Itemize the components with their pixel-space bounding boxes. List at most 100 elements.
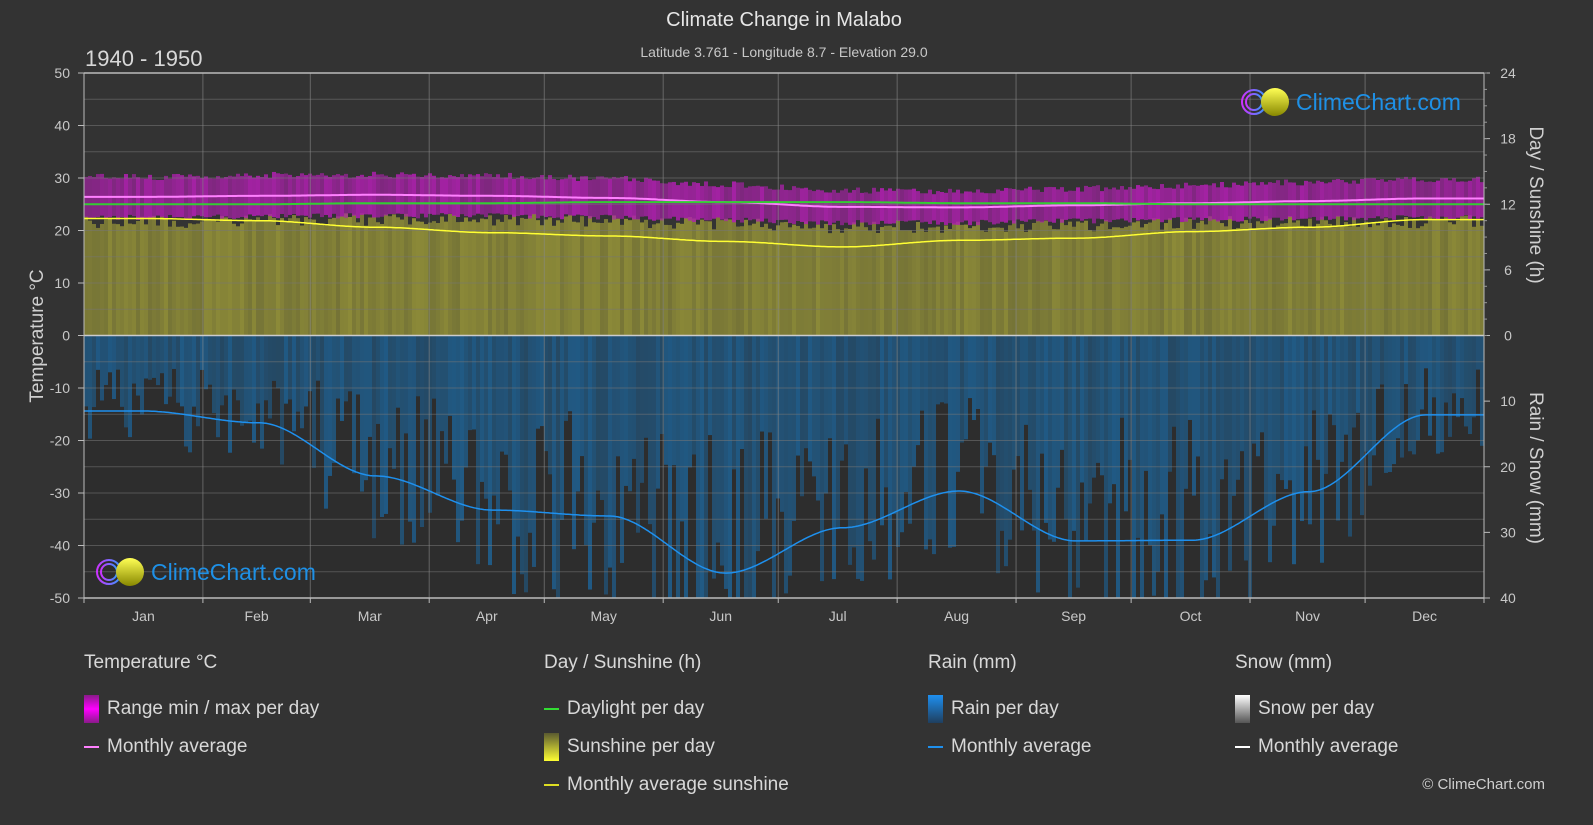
sunshine-day-bar (376, 222, 380, 336)
rain-day-bar (252, 335, 256, 443)
sunshine-day-bar (336, 216, 340, 336)
rain-day-bar (356, 335, 360, 395)
rain-day-bar (128, 335, 132, 438)
sunshine-day-bar (1212, 219, 1216, 336)
rain-day-bar (1348, 335, 1352, 537)
sunshine-day-bar (516, 225, 520, 336)
sunshine-day-bar (1432, 218, 1436, 336)
rain-day-bar (672, 335, 676, 466)
rain-day-bar (1012, 335, 1016, 470)
sunshine-day-bar (368, 217, 372, 336)
month-label: Jan (132, 608, 155, 624)
sunshine-day-bar (1224, 226, 1228, 336)
sunshine-day-bar (484, 219, 488, 336)
sunshine-day-bar (968, 228, 972, 336)
temp-range-bar (888, 188, 892, 224)
rain-day-bar (144, 335, 148, 379)
rain-day-bar (1268, 335, 1272, 563)
rain-day-bar (1184, 335, 1188, 489)
rain-day-bar (932, 335, 936, 555)
rain-day-bar (1408, 335, 1412, 452)
rain-day-bar (852, 335, 856, 548)
sunshine-day-bar (372, 217, 376, 336)
sunshine-day-bar (960, 224, 964, 336)
rain-day-bar (1420, 335, 1424, 410)
rain-day-bar (768, 335, 772, 433)
sunshine-day-bar (1312, 227, 1316, 336)
rain-day-bar (1280, 335, 1284, 481)
rain-day-bar (740, 335, 744, 450)
legend-item: Monthly average (928, 728, 1091, 766)
rain-day-bar (620, 335, 624, 563)
temp-range-bar (1360, 178, 1364, 218)
sunshine-day-bar (104, 219, 108, 336)
sunshine-day-bar (552, 225, 556, 336)
temp-range-bar (132, 174, 136, 217)
temp-range-bar (1468, 180, 1472, 220)
sunshine-day-bar (1164, 223, 1168, 336)
rain-day-bar (1156, 335, 1160, 572)
rain-day-bar (456, 335, 460, 543)
sunshine-day-bar (88, 220, 92, 336)
sunshine-day-bar (416, 221, 420, 336)
sunshine-day-bar (1100, 223, 1104, 336)
rain-day-bar (244, 335, 248, 424)
legend-title: Snow (mm) (1235, 652, 1333, 673)
sunshine-day-bar (1172, 228, 1176, 336)
rain-day-bar (280, 335, 284, 465)
temp-range-bar (508, 172, 512, 215)
rain-day-bar (1272, 335, 1276, 526)
temp-range-bar (100, 173, 104, 216)
sunshine-day-bar (1344, 222, 1348, 336)
sunshine-day-bar (620, 224, 624, 336)
rain-day-bar (204, 335, 208, 390)
rain-day-bar (1412, 335, 1416, 455)
sunshine-day-bar (1360, 224, 1364, 336)
sunshine-day-bar (856, 226, 860, 336)
temp-range-bar (552, 178, 556, 219)
legend-item: Range min / max per day (84, 690, 319, 728)
rain-day-bar (104, 335, 108, 385)
month-label: May (590, 608, 616, 624)
sunshine-day-bar (804, 221, 808, 336)
rain-day-bar (112, 335, 116, 400)
sunshine-day-bar (1220, 223, 1224, 336)
rain-day-bar (572, 335, 576, 550)
month-label: Mar (358, 608, 382, 624)
sunshine-day-bar (180, 226, 184, 336)
sunshine-day-bar (224, 217, 228, 336)
left-tick-label: -20 (50, 433, 70, 449)
temp-range-bar (1324, 183, 1328, 217)
rain-day-bar (304, 335, 308, 407)
sunshine-day-bar (148, 216, 152, 336)
sunshine-day-bar (184, 227, 188, 336)
rain-day-bar (328, 335, 332, 476)
sunshine-day-bar (948, 228, 952, 336)
sunshine-day-bar (1336, 215, 1340, 336)
sunshine-day-bar (672, 228, 676, 336)
rain-day-bar (176, 335, 180, 403)
temp-range-bar (1040, 191, 1044, 223)
rain-day-bar (432, 335, 436, 399)
sunshine-day-bar (532, 213, 536, 336)
temp-range-bar (264, 174, 268, 215)
rain-day-bar (140, 335, 144, 415)
temp-range-bar (604, 177, 608, 215)
rain-day-bar (364, 335, 368, 481)
rain-day-bar (760, 335, 764, 432)
rain-day-bar (212, 335, 216, 414)
sunshine-day-bar (788, 227, 792, 336)
temp-range-bar (560, 179, 564, 220)
temp-range-bar (448, 175, 452, 214)
sunshine-day-bar (272, 218, 276, 336)
sunshine-day-bar (1060, 219, 1064, 336)
sunshine-day-bar (596, 222, 600, 336)
rain-day-bar (784, 335, 788, 594)
sunshine-day-bar (656, 223, 660, 336)
temp-range-bar (232, 176, 236, 219)
rain-day-bar (548, 335, 552, 475)
rain-day-bar (588, 335, 592, 590)
watermark-logo-top: ClimeChart.com (1240, 87, 1461, 117)
rain-day-bar (972, 335, 976, 421)
sunshine-day-bar (568, 215, 572, 336)
